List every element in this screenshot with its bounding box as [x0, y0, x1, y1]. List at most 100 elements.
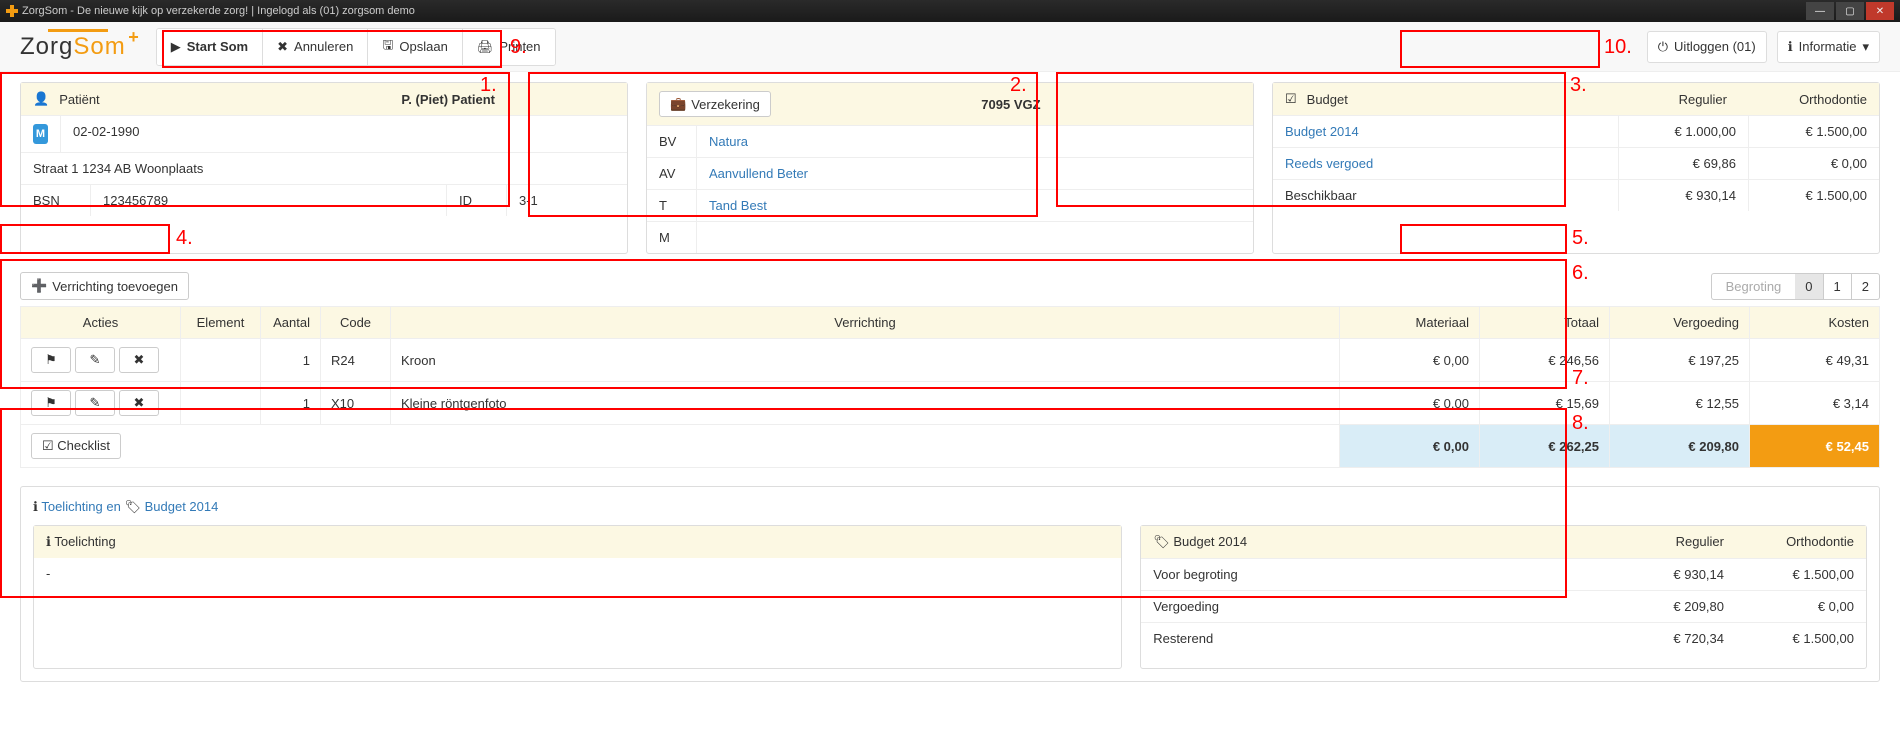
th-aantal: Aantal — [261, 307, 321, 339]
budget-row-label: Beschikbaar — [1273, 180, 1619, 211]
ins-row-value[interactable]: Aanvullend Beter — [697, 158, 1253, 189]
opslaan-button[interactable]: 🖫 Opslaan — [368, 29, 463, 65]
ins-row-label: BV — [647, 126, 697, 157]
budget-h-ortho: Orthodontie — [1737, 92, 1867, 107]
patient-label: Patiënt — [59, 92, 99, 107]
budget-link[interactable]: Budget 2014 — [145, 499, 219, 514]
toelichting-panel: ℹ Toelichting - — [33, 525, 1122, 669]
budget2-row-regulier: € 720,34 — [1606, 623, 1736, 654]
play-icon: ▶ — [171, 39, 181, 55]
budget2-row-regulier: € 209,80 — [1606, 591, 1736, 622]
main-button-group: ▶ Start Som ✖ Annuleren 🖫 Opslaan 🖨 Prin… — [156, 28, 556, 66]
insurance-title: 7095 VGZ — [981, 97, 1040, 112]
user-icon: 👤 — [33, 91, 49, 107]
uitloggen-button[interactable]: ⏻ Uitloggen (01) — [1647, 31, 1767, 63]
info-icon: ℹ — [46, 534, 51, 549]
id-value: 3-1 — [507, 185, 627, 216]
check-icon: ☑ — [1285, 91, 1297, 107]
pager-page-0[interactable]: 0 — [1795, 273, 1823, 300]
table-row: ⚑ ✎ ✖ 1 R24 Kroon € 0,00 € 246,56 € 197,… — [21, 339, 1880, 382]
budget-row-ortho: € 1.500,00 — [1749, 116, 1879, 147]
budget-row-ortho: € 1.500,00 — [1749, 180, 1879, 211]
power-icon: ⏻ — [1658, 39, 1668, 55]
insurance-panel: 💼 Verzekering 7095 VGZ BV NaturaAV Aanvu… — [646, 82, 1254, 254]
ins-row-value[interactable]: Tand Best — [697, 190, 1253, 221]
window-close[interactable]: ✕ — [1866, 2, 1894, 20]
th-materiaal: Materiaal — [1340, 307, 1480, 339]
ins-row-label: T — [647, 190, 697, 221]
bsn-label: BSN — [21, 185, 91, 216]
briefcase-icon: 💼 — [670, 96, 686, 112]
info-icon: ℹ — [33, 499, 38, 514]
window-minimize[interactable]: — — [1806, 2, 1834, 20]
bsn-value: 123456789 — [91, 185, 447, 216]
brand-logo: ZorgSom + — [20, 33, 126, 61]
toelichting-body: - — [34, 558, 1121, 668]
annuleren-button[interactable]: ✖ Annuleren — [263, 29, 368, 65]
patient-panel: 👤 Patiënt P. (Piet) Patient M 02-02-1990… — [20, 82, 628, 254]
address: Straat 1 1234 AB Woonplaats — [21, 153, 627, 184]
flag-button[interactable]: ⚑ — [31, 347, 71, 373]
ins-row-label: M — [647, 222, 697, 253]
budget-row-regulier: € 1.000,00 — [1619, 116, 1749, 147]
budget-row-label[interactable]: Reeds vergoed — [1273, 148, 1619, 179]
info-section: ℹ Toelichting en 🏷 Budget 2014 ℹ Toelich… — [20, 486, 1880, 682]
budget-header: Budget — [1307, 92, 1587, 107]
delete-button[interactable]: ✖ — [119, 347, 159, 373]
window-title: ZorgSom - De nieuwe kijk op verzekerde z… — [22, 5, 415, 17]
checklist-button[interactable]: ☑ Checklist — [31, 433, 121, 459]
budget2-row-label: Vergoeding — [1141, 591, 1606, 622]
begroting-label: Begroting — [1711, 273, 1796, 300]
budget-row-ortho: € 0,00 — [1749, 148, 1879, 179]
informatie-dropdown[interactable]: ℹ Informatie ▾ — [1777, 31, 1880, 63]
dob: 02-02-1990 — [61, 116, 627, 152]
budget2-row-regulier: € 930,14 — [1606, 559, 1736, 590]
budget2-row-ortho: € 1.500,00 — [1736, 559, 1866, 590]
begroting-pager: 012 — [1795, 273, 1880, 300]
budget-row-label[interactable]: Budget 2014 — [1273, 116, 1619, 147]
edit-button[interactable]: ✎ — [75, 347, 115, 373]
th-code: Code — [321, 307, 391, 339]
budget2014-panel: 🏷 Budget 2014 Regulier Orthodontie Voor … — [1140, 525, 1867, 669]
print-icon: 🖨 — [477, 39, 494, 55]
tag-icon: 🏷 — [1153, 534, 1170, 549]
pager-page-2[interactable]: 2 — [1852, 273, 1880, 300]
start-som-button[interactable]: ▶ Start Som — [157, 29, 263, 65]
budget2-row-ortho: € 1.500,00 — [1736, 623, 1866, 654]
budget2-row-label: Voor begroting — [1141, 559, 1606, 590]
pager-page-1[interactable]: 1 — [1824, 273, 1852, 300]
table-row: ⚑ ✎ ✖ 1 X10 Kleine röntgenfoto € 0,00 € … — [21, 382, 1880, 425]
budget-row-regulier: € 930,14 — [1619, 180, 1749, 211]
toelichting-link[interactable]: Toelichting en — [41, 499, 121, 514]
th-kosten: Kosten — [1750, 307, 1880, 339]
save-icon: 🖫 — [382, 36, 393, 58]
app-icon — [6, 5, 18, 17]
close-icon: ✖ — [277, 39, 288, 55]
edit-button[interactable]: ✎ — [75, 390, 115, 416]
verrichtingen-table: Acties Element Aantal Code Verrichting M… — [20, 306, 1880, 468]
caret-down-icon: ▾ — [1862, 39, 1869, 55]
ins-row-label: AV — [647, 158, 697, 189]
th-vergoeding: Vergoeding — [1610, 307, 1750, 339]
toelichting-header: Toelichting — [54, 534, 115, 549]
verrichting-toevoegen-button[interactable]: ➕ Verrichting toevoegen — [20, 272, 189, 300]
gender-badge: M — [33, 124, 48, 144]
info-icon: ℹ — [1788, 39, 1793, 55]
plus-icon: ➕ — [31, 278, 47, 294]
budget-h-regulier: Regulier — [1597, 92, 1727, 107]
totaal-kosten-highlight: € 52,45 — [1750, 425, 1880, 468]
budget2-row-ortho: € 0,00 — [1736, 591, 1866, 622]
th-acties: Acties — [21, 307, 181, 339]
printen-button[interactable]: 🖨 Printen — [463, 29, 555, 65]
ins-row-value[interactable]: Natura — [697, 126, 1253, 157]
th-totaal: Totaal — [1480, 307, 1610, 339]
th-element: Element — [181, 307, 261, 339]
flag-button[interactable]: ⚑ — [31, 390, 71, 416]
window-maximize[interactable]: ▢ — [1836, 2, 1864, 20]
budget2-row-label: Resterend — [1141, 623, 1606, 654]
delete-button[interactable]: ✖ — [119, 390, 159, 416]
verzekering-button[interactable]: 💼 Verzekering — [659, 91, 771, 117]
tag-icon: 🏷 — [124, 499, 141, 514]
window-titlebar: ZorgSom - De nieuwe kijk op verzekerde z… — [0, 0, 1900, 22]
gender-cell: M — [21, 116, 61, 152]
